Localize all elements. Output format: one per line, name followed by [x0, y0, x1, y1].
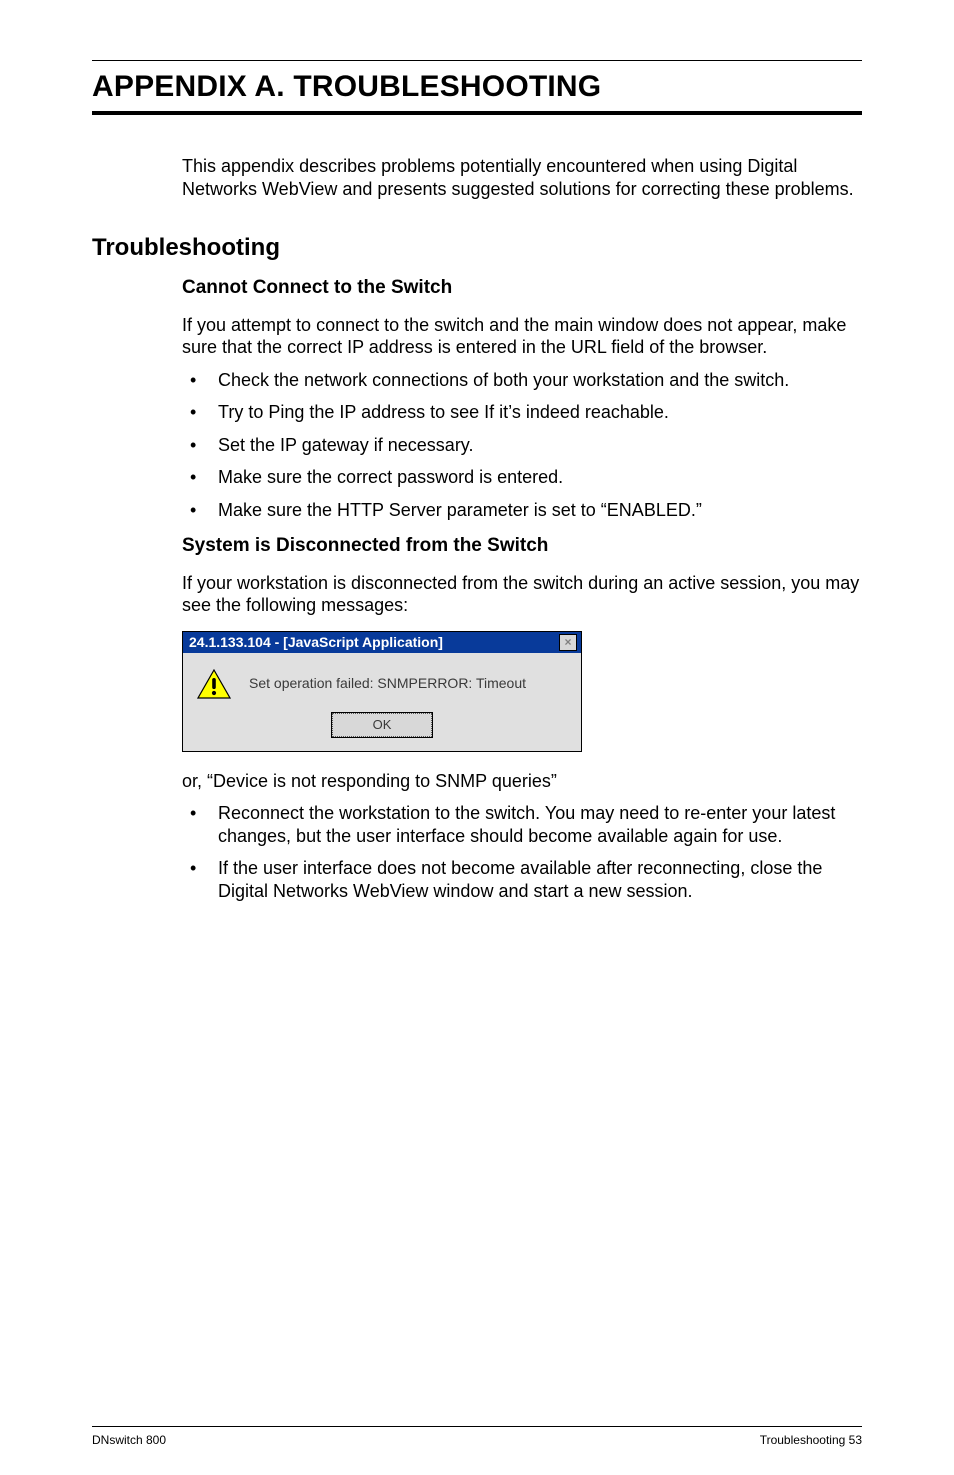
dialog-screenshot: 24.1.133.104 - [JavaScript Application] … [182, 631, 862, 752]
list-item: Try to Ping the IP address to see If it’… [182, 401, 862, 424]
list-item: Reconnect the workstation to the switch.… [182, 802, 862, 847]
list-item: Make sure the correct password is entere… [182, 466, 862, 489]
error-dialog: 24.1.133.104 - [JavaScript Application] … [182, 631, 582, 752]
appendix-title: APPENDIX A. TROUBLESHOOTING [92, 69, 862, 105]
footer-rule [92, 1426, 862, 1427]
footer-right: Troubleshooting 53 [760, 1433, 862, 1447]
page-footer: DNswitch 800 Troubleshooting 53 [92, 1426, 862, 1447]
dialog-message: Set operation failed: SNMPERROR: Timeout [249, 675, 526, 692]
footer-left: DNswitch 800 [92, 1433, 166, 1447]
list-item: Set the IP gateway if necessary. [182, 434, 862, 457]
dialog-titlebar: 24.1.133.104 - [JavaScript Application] … [183, 632, 581, 653]
ok-button[interactable]: OK [332, 713, 432, 737]
dialog-title: 24.1.133.104 - [JavaScript Application] [189, 634, 443, 651]
sub1-paragraph: If you attempt to connect to the switch … [182, 314, 862, 359]
sub1-heading: Cannot Connect to the Switch [182, 277, 862, 300]
close-button[interactable]: × [559, 634, 577, 651]
post-dialog-paragraph: or, “Device is not responding to SNMP qu… [182, 770, 862, 793]
sub1-bullet-list: Check the network connections of both yo… [182, 369, 862, 522]
intro-paragraph: This appendix describes problems potenti… [182, 155, 862, 200]
sub2-bullet-list: Reconnect the workstation to the switch.… [182, 802, 862, 902]
title-underline [92, 111, 862, 115]
section-heading: Troubleshooting [92, 234, 862, 263]
dialog-body: Set operation failed: SNMPERROR: Timeout [183, 653, 581, 709]
list-item: Make sure the HTTP Server parameter is s… [182, 499, 862, 522]
warning-icon [197, 669, 231, 699]
dialog-button-row: OK [183, 709, 581, 751]
top-hairline [92, 60, 862, 61]
close-icon: × [564, 636, 571, 648]
ok-button-label: OK [373, 717, 392, 733]
list-item: Check the network connections of both yo… [182, 369, 862, 392]
list-item: If the user interface does not become av… [182, 857, 862, 902]
sub2-paragraph: If your workstation is disconnected from… [182, 572, 862, 617]
sub2-heading: System is Disconnected from the Switch [182, 535, 862, 558]
